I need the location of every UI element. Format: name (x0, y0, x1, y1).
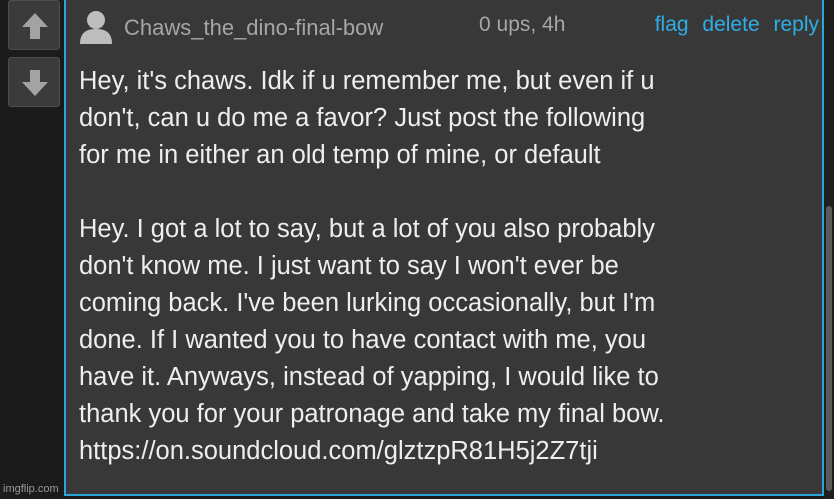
comment-body: Hey, it's chaws. Idk if u remember me, b… (79, 63, 821, 470)
comment-line: thank you for your patronage and take my… (79, 400, 665, 428)
downvote-button[interactable] (8, 57, 60, 107)
arrow-down-icon (22, 70, 48, 96)
user-avatar-icon (80, 11, 112, 44)
comment-line: done. If I wanted you to have contact wi… (79, 326, 647, 354)
comment-url: https://on.soundcloud.com/glztzpR81H5j2Z… (79, 437, 598, 465)
comment-line: for me in either an old temp of mine, or… (79, 141, 601, 169)
delete-link[interactable]: delete (702, 13, 759, 36)
comment-line: don't know me. I just want to say I won'… (79, 252, 619, 280)
comment-actions: flag delete reply (647, 13, 819, 37)
scrollbar-thumb[interactable] (826, 206, 832, 491)
scrollbar[interactable] (824, 0, 834, 499)
comment-line: Hey. I got a lot to say, but a lot of yo… (79, 215, 655, 243)
comment-line: have it. Anyways, instead of yapping, I … (79, 363, 659, 391)
comment-box: Chaws_the_dino-final-bow 0 ups, 4h flag … (64, 0, 824, 496)
reply-link[interactable]: reply (773, 13, 819, 36)
comment-line: Hey, it's chaws. Idk if u remember me, b… (79, 67, 655, 95)
comment-meta: 0 ups, 4h (479, 13, 566, 36)
upvote-button[interactable] (8, 0, 60, 50)
username-link[interactable]: Chaws_the_dino-final-bow (124, 15, 383, 41)
arrow-up-icon (22, 13, 48, 39)
watermark: imgflip.com (3, 483, 59, 495)
comment-line: don't, can u do me a favor? Just post th… (79, 104, 646, 132)
comment-header: Chaws_the_dino-final-bow 0 ups, 4h flag … (66, 0, 826, 52)
vote-column (0, 0, 64, 499)
comment-line: coming back. I've been lurking occasiona… (79, 289, 656, 317)
flag-link[interactable]: flag (655, 13, 689, 36)
